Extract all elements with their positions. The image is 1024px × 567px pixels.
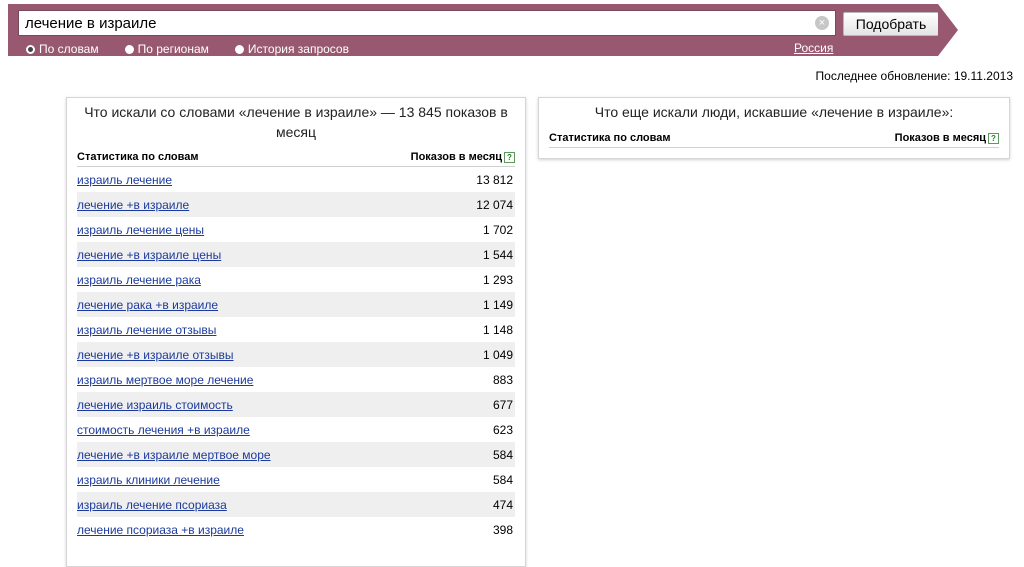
- left-table-header: Статистика по словам Показов в месяц?: [77, 148, 515, 167]
- shows-count: 1 702: [482, 222, 513, 237]
- left-stats-panel: Что искали со словами «лечение в израиле…: [66, 97, 526, 567]
- shows-count: 584: [492, 472, 513, 487]
- table-row: лечение +в израиле отзывы 1 049: [77, 342, 515, 367]
- search-mode-tabs: По словам По регионам История запросов: [26, 41, 375, 57]
- phrase-link[interactable]: стоимость лечения +в израиле: [77, 423, 250, 437]
- phrase-link[interactable]: лечение псориаза +в израиле: [77, 523, 244, 537]
- shows-count: 1 049: [482, 347, 513, 362]
- search-input[interactable]: [19, 11, 815, 35]
- shows-count: 12 074: [476, 197, 513, 212]
- shows-count: 677: [492, 397, 513, 412]
- shows-count: 1 148: [482, 322, 513, 337]
- band-arrow: [938, 4, 958, 56]
- phrase-link[interactable]: израиль лечение цены: [77, 223, 204, 237]
- phrase-link[interactable]: лечение рака +в израиле: [77, 298, 218, 312]
- table-row: израиль лечение 13 812: [77, 167, 515, 192]
- search-box[interactable]: ×: [18, 10, 836, 36]
- phrase-link[interactable]: израиль клиники лечение: [77, 473, 220, 487]
- table-row: стоимость лечения +в израиле 623: [77, 417, 515, 442]
- radio-icon: [234, 44, 244, 54]
- phrase-link[interactable]: лечение израиль стоимость: [77, 398, 233, 412]
- table-row: лечение +в израиле мертвое море 584: [77, 442, 515, 467]
- phrase-link[interactable]: израиль мертвое море лечение: [77, 373, 253, 387]
- mode-query-history[interactable]: История запросов: [234, 41, 349, 57]
- right-table-header: Статистика по словам Показов в месяц?: [549, 129, 999, 148]
- shows-count: 1 149: [482, 297, 513, 312]
- table-row: лечение +в израиле цены 1 544: [77, 242, 515, 267]
- table-row: лечение рака +в израиле 1 149: [77, 292, 515, 317]
- submit-button[interactable]: Подобрать: [843, 12, 939, 36]
- help-icon[interactable]: ?: [988, 132, 999, 144]
- phrase-link[interactable]: лечение +в израиле отзывы: [77, 348, 234, 362]
- col-shows-header: Показов в месяц?: [411, 151, 515, 163]
- shows-count: 398: [492, 522, 513, 537]
- shows-count: 474: [492, 497, 513, 512]
- search-band: × Подобрать По словам По регионам Истори…: [8, 4, 939, 57]
- col-words-header: Статистика по словам: [77, 151, 199, 163]
- phrase-link[interactable]: израиль лечение псориаза: [77, 498, 227, 512]
- phrase-link[interactable]: израиль лечение рака: [77, 273, 201, 287]
- shows-count: 623: [492, 422, 513, 437]
- mode-by-words[interactable]: По словам: [26, 41, 99, 57]
- phrase-link[interactable]: израиль лечение отзывы: [77, 323, 216, 337]
- col-shows-header: Показов в месяц?: [895, 132, 999, 144]
- right-stats-panel: Что еще искали люди, искавшие «лечение в…: [538, 97, 1010, 159]
- col-words-header: Статистика по словам: [549, 132, 671, 144]
- phrase-link[interactable]: лечение +в израиле: [77, 198, 189, 212]
- mode-by-regions[interactable]: По регионам: [124, 41, 209, 57]
- region-link[interactable]: Россия: [794, 41, 833, 55]
- phrase-link[interactable]: израиль лечение: [77, 173, 172, 187]
- table-row: израиль лечение цены 1 702: [77, 217, 515, 242]
- radio-icon: [124, 44, 134, 54]
- left-panel-title: Что искали со словами «лечение в израиле…: [84, 104, 508, 140]
- shows-count: 1 293: [482, 272, 513, 287]
- table-row: лечение израиль стоимость 677: [77, 392, 515, 417]
- col-shows-label: Показов в месяц: [894, 132, 986, 144]
- table-row: израиль лечение псориаза 474: [77, 492, 515, 517]
- shows-count: 584: [492, 447, 513, 462]
- table-row: лечение псориаза +в израиле 398: [77, 517, 515, 542]
- phrase-link[interactable]: лечение +в израиле цены: [77, 248, 221, 262]
- table-row: израиль лечение отзывы 1 148: [77, 317, 515, 342]
- close-icon[interactable]: ×: [815, 16, 829, 30]
- last-update: Последнее обновление: 19.11.2013: [815, 69, 1013, 83]
- shows-count: 883: [492, 372, 513, 387]
- help-icon[interactable]: ?: [504, 151, 515, 163]
- table-row: израиль лечение рака 1 293: [77, 267, 515, 292]
- shows-count: 13 812: [476, 172, 513, 187]
- mode-label: По регионам: [137, 42, 209, 56]
- table-row: израиль мертвое море лечение 883: [77, 367, 515, 392]
- left-rows: израиль лечение 13 812 лечение +в израиле 1…: [77, 167, 515, 542]
- right-panel-title: Что еще искали люди, искавшие «лечение в…: [594, 104, 954, 120]
- mode-label: История запросов: [247, 42, 349, 56]
- table-row: лечение +в израиле 12 074: [77, 192, 515, 217]
- radio-checked-icon: [26, 44, 35, 54]
- phrase-link[interactable]: лечение +в израиле мертвое море: [77, 448, 271, 462]
- shows-count: 1 544: [482, 247, 513, 262]
- mode-label: По словам: [39, 42, 99, 56]
- col-shows-label: Показов в месяц: [410, 151, 502, 163]
- table-row: израиль клиники лечение 584: [77, 467, 515, 492]
